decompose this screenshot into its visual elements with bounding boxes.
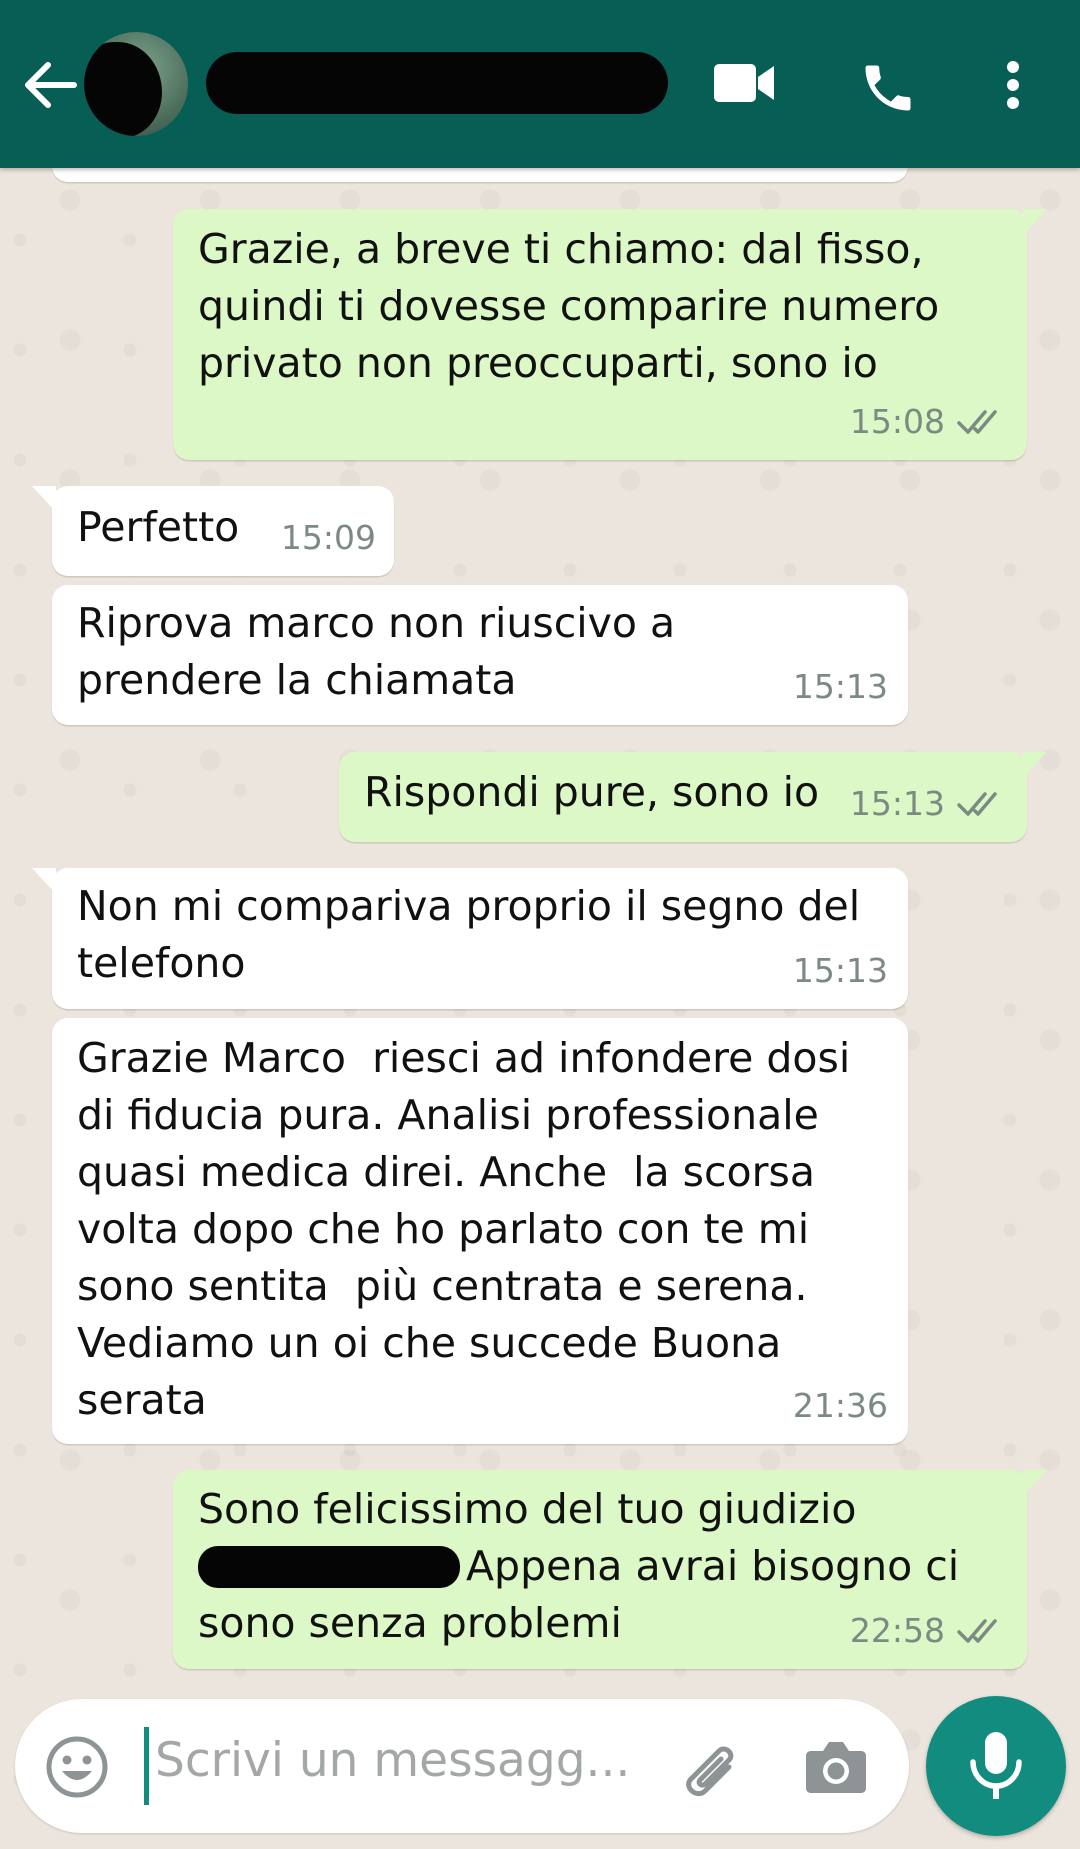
avatar-redaction [84,42,162,136]
read-ticks-icon [957,1618,997,1643]
message-time: 21:36 [792,1386,888,1425]
message-bubble-incoming[interactable]: Grazie Marco riesci ad infondere dosi di … [52,1018,908,1444]
read-ticks-icon [957,791,997,816]
contact-name-redacted[interactable] [206,52,668,114]
message-text: Riprova marco non riuscivo a prendere la … [77,599,676,704]
message-time: 22:58 [849,1611,945,1650]
message-text: Rispondi pure, sono io [364,768,820,816]
message-text: Grazie, a breve ti chiamo: dal fisso, qui… [198,225,940,387]
microphone-button[interactable] [926,1696,1066,1836]
message-text: Perfetto [77,503,240,551]
chat-header [0,0,1080,168]
read-ticks-icon [957,409,997,434]
message-meta: 21:36 [793,1377,888,1434]
name-redaction [198,1546,460,1588]
message-meta: 22:58 [850,1602,1005,1659]
microphone-icon [970,1732,1022,1799]
message-text: Sono felicissimo del tuo giudizio Appena … [198,1485,960,1647]
message-input[interactable]: Scrivi un messagg... [155,1733,630,1788]
message-bubble-incoming[interactable]: Perfetto 15:09 [32,486,394,576]
emoji-icon[interactable] [45,1735,109,1803]
message-bubble-incoming[interactable]: Non mi compariva proprio il segno del tel… [32,868,908,1009]
message-meta: 15:09 [281,509,376,566]
message-bubble-outgoing[interactable]: Rispondi pure, sono io 15:13 [339,752,1047,842]
message-composer[interactable]: Scrivi un messagg... [15,1699,909,1833]
message-time: 15:13 [792,667,888,706]
message-meta: 15:13 [850,775,1005,832]
video-call-icon[interactable] [712,60,776,110]
text-cursor [144,1727,149,1805]
message-meta: 15:08 [850,393,1005,450]
message-meta: 15:13 [793,658,888,715]
message-time: 15:13 [792,951,888,990]
phone-icon[interactable] [858,58,918,122]
message-time: 15:09 [280,518,376,557]
more-vert-icon[interactable] [1004,60,1022,114]
message-time: 15:08 [849,402,945,441]
message-time: 15:13 [849,784,945,823]
message-bubble-incoming[interactable]: Riprova marco non riuscivo a prendere la … [52,585,908,725]
camera-icon[interactable] [805,1737,867,1799]
arrow-back-icon[interactable] [22,60,78,110]
message-text: Non mi compariva proprio il segno del tel… [77,882,861,987]
paperclip-icon[interactable] [675,1737,745,1801]
contact-avatar[interactable] [84,32,188,136]
message-bubble-outgoing[interactable]: Sono felicissimo del tuo giudizio Appena … [173,1470,1047,1669]
message-meta: 15:13 [793,942,888,999]
message-text: Grazie Marco riesci ad infondere dosi di … [77,1034,851,1424]
message-bubble-outgoing[interactable]: Grazie, a breve ti chiamo: dal fisso, qui… [173,209,1047,460]
